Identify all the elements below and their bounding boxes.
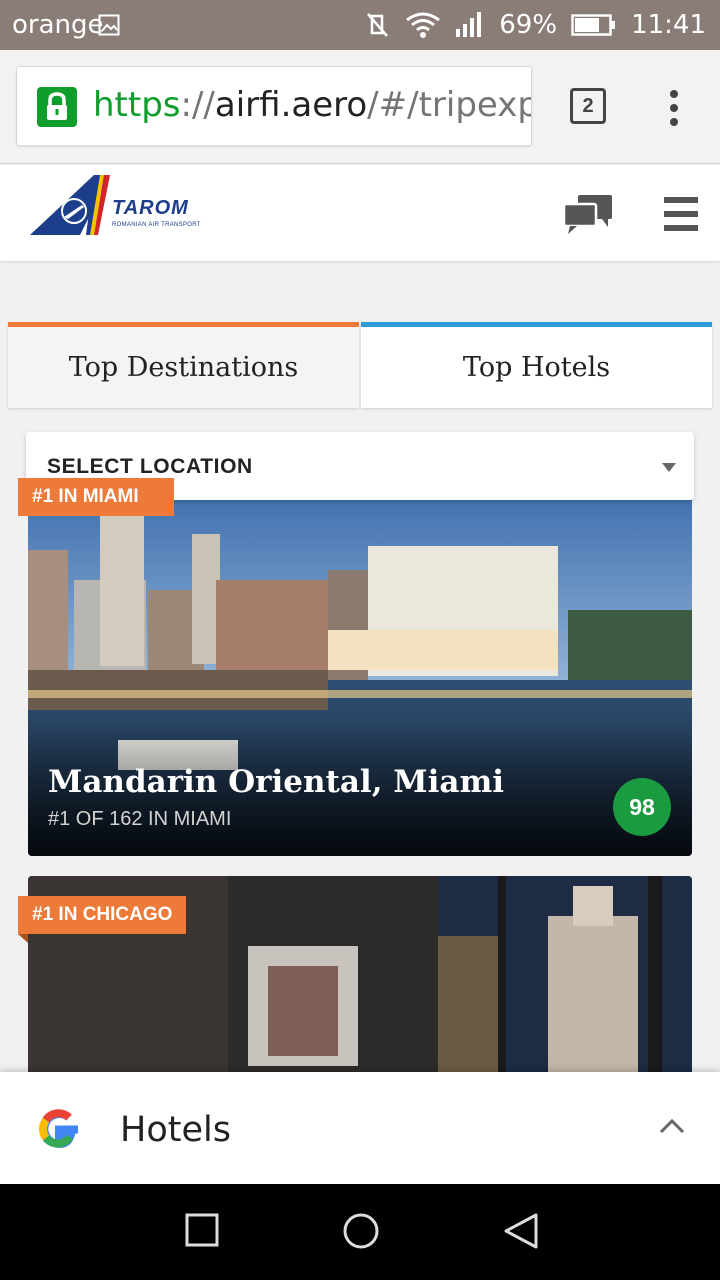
- hotel-score-badge: 98: [613, 778, 671, 836]
- address-bar[interactable]: https://airfi.aero/#/tripexpe: [16, 66, 532, 146]
- lock-icon: [37, 87, 77, 127]
- google-g-icon: [39, 1109, 78, 1149]
- tarom-logo-mark: [30, 175, 110, 235]
- logo-wordmark: TAROM: [112, 197, 189, 219]
- site-header: TAROM ROMANIAN AIR TRANSPORT: [0, 165, 720, 262]
- overflow-menu-icon[interactable]: [662, 88, 686, 128]
- tab-switcher-button[interactable]: 2: [570, 88, 606, 124]
- hotel-title: Mandarin Oriental, Miami: [48, 764, 505, 800]
- chevron-up-icon[interactable]: [658, 1116, 686, 1136]
- image-notification-icon: [98, 14, 120, 36]
- hotel-card[interactable]: Mandarin Oriental, Miami #1 OF 162 IN MI…: [28, 490, 692, 856]
- hotel-rank: #1 OF 162 IN MIAMI: [48, 808, 232, 830]
- battery-percent: 69%: [499, 10, 558, 40]
- vibrate-mute-icon: [367, 13, 389, 37]
- clock: 11:41: [631, 10, 706, 40]
- android-nav-bar: [0, 1184, 720, 1280]
- menu-icon[interactable]: [664, 197, 698, 231]
- carrier-name: orange: [12, 10, 104, 40]
- rank-ribbon: #1 IN CHICAGO: [18, 896, 187, 943]
- signal-icon: [456, 12, 482, 37]
- tarom-logo[interactable]: TAROM ROMANIAN AIR TRANSPORT: [30, 173, 210, 241]
- dropdown-caret-icon: [662, 463, 676, 472]
- recents-icon[interactable]: [184, 1212, 220, 1248]
- back-icon[interactable]: [502, 1212, 540, 1250]
- tab-top-destinations[interactable]: Top Destinations: [8, 322, 359, 408]
- status-bar: orange 69% 11:41: [0, 0, 720, 50]
- location-select-label: SELECT LOCATION: [47, 455, 253, 478]
- google-contextual-bar[interactable]: Hotels: [0, 1072, 720, 1184]
- tab-top-hotels[interactable]: Top Hotels: [361, 322, 712, 408]
- google-bar-label: Hotels: [120, 1110, 231, 1150]
- wifi-icon: [406, 12, 441, 38]
- logo-tagline: ROMANIAN AIR TRANSPORT: [112, 222, 201, 228]
- home-icon[interactable]: [342, 1212, 380, 1250]
- battery-icon: [571, 14, 616, 36]
- tab-bar: Top Destinations Top Hotels: [8, 322, 712, 408]
- browser-toolbar: https://airfi.aero/#/tripexpe 2: [0, 50, 720, 164]
- rank-ribbon: #1 IN MIAMI: [18, 478, 174, 516]
- chat-icon[interactable]: [562, 195, 614, 235]
- url-text: https://airfi.aero/#/tripexpe: [93, 85, 531, 125]
